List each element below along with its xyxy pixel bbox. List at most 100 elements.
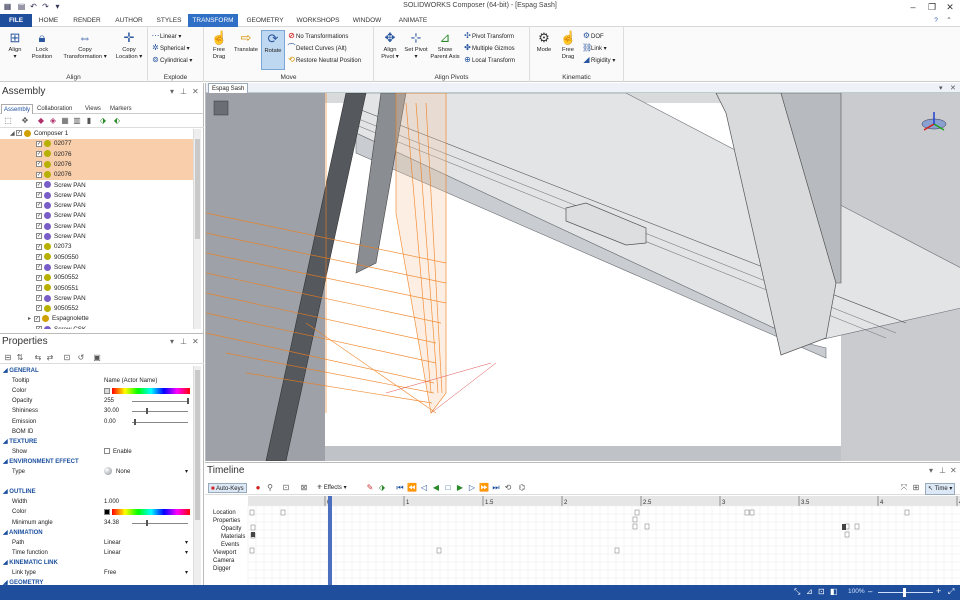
- property-value[interactable]: Free: [104, 568, 116, 578]
- tree-item[interactable]: ✓ 02076: [0, 170, 193, 181]
- link-button[interactable]: ⛓Link ▾: [582, 42, 607, 53]
- dropdown-arrow-icon[interactable]: ▾: [185, 548, 188, 558]
- translate-button[interactable]: ⇨ Translate: [232, 30, 260, 54]
- properties-pin-icon[interactable]: ⊥: [180, 337, 187, 346]
- visibility-checkbox[interactable]: ✓: [36, 233, 42, 240]
- tab-assembly[interactable]: Assembly: [1, 104, 33, 114]
- minimize-icon[interactable]: –: [905, 0, 921, 14]
- collaboration-filter-icon[interactable]: ◈: [48, 116, 58, 126]
- prev-key-icon[interactable]: ⏪: [407, 483, 417, 493]
- prev-frame-icon[interactable]: ◁: [419, 483, 429, 493]
- tab-file[interactable]: FILE: [0, 14, 32, 27]
- scene-canvas[interactable]: [206, 93, 960, 461]
- next-key-icon[interactable]: ⏩: [479, 483, 489, 493]
- properties-scrollbar[interactable]: [193, 366, 201, 586]
- zoom-in-icon[interactable]: +: [936, 586, 941, 596]
- set-pivot-button[interactable]: ⊹ Set Pivot ▾: [404, 30, 428, 61]
- tree-item[interactable]: ✓ Screw PAN: [0, 294, 193, 304]
- lock-position-button[interactable]: 🔒︎ Lock Position: [28, 30, 56, 61]
- timeline-grid[interactable]: 011.522.533.544.5LocationPropertiesOpaci…: [205, 496, 960, 586]
- slider-knob[interactable]: [146, 519, 148, 526]
- visibility-checkbox[interactable]: ✓: [36, 243, 42, 250]
- keys-dropdown-icon[interactable]: ⚲: [265, 483, 275, 493]
- tree-item[interactable]: ✓ Screw PAN: [0, 201, 193, 211]
- tab-espag-sash[interactable]: Espag Sash: [208, 83, 249, 93]
- effects-dropdown[interactable]: ⁜ Effects ▾: [317, 483, 347, 493]
- markers-icon[interactable]: ✎: [365, 483, 375, 493]
- tab-collaboration[interactable]: Collaboration: [37, 104, 72, 114]
- visibility-checkbox[interactable]: ✓: [36, 295, 42, 302]
- visibility-checkbox[interactable]: ✓: [36, 161, 42, 168]
- tab-animate[interactable]: ANIMATE: [392, 14, 434, 27]
- property-section[interactable]: ◢ KINEMATIC LINK: [0, 558, 193, 568]
- auto-keys-button[interactable]: ■ Auto-Keys: [208, 483, 247, 493]
- timeline-camera-icon[interactable]: ⌬: [517, 483, 527, 493]
- tab-geometry[interactable]: GEOMETRY: [242, 14, 288, 27]
- free-drag-button[interactable]: ☝ Free Drag: [207, 30, 231, 61]
- restore-icon[interactable]: ❐: [924, 0, 940, 14]
- visibility-checkbox[interactable]: ✓: [36, 253, 42, 260]
- no-transformations-button[interactable]: ⊘No Transformations: [287, 30, 348, 41]
- tree-item[interactable]: ✓ 9050551: [0, 284, 193, 294]
- property-section[interactable]: ◢ TEXTURE: [0, 437, 193, 447]
- color-gradient-picker[interactable]: [112, 509, 190, 516]
- property-value[interactable]: 255: [104, 396, 114, 406]
- tree-item[interactable]: ✓ 02076: [0, 159, 193, 171]
- value-slider[interactable]: [132, 401, 188, 403]
- visibility-checkbox[interactable]: ✓: [36, 326, 42, 329]
- copy-location-button[interactable]: ✛ Copy Location ▾: [112, 30, 146, 61]
- tab-home[interactable]: HOME: [33, 14, 64, 27]
- timeline-canvas[interactable]: 011.522.533.544.5LocationPropertiesOpaci…: [205, 496, 960, 586]
- align-button[interactable]: ⊞ Align ▾: [4, 30, 26, 61]
- pivot-transform-button[interactable]: ✣Pivot Transform: [463, 30, 514, 41]
- render-mode-icon[interactable]: ◧: [830, 587, 838, 596]
- cylindrical-explode-button[interactable]: ⊚Cylindrical ▾: [151, 54, 192, 65]
- linear-explode-button[interactable]: ⋯Linear ▾: [151, 30, 182, 41]
- visibility-checkbox[interactable]: ✓: [16, 130, 22, 137]
- tree-item[interactable]: ✓ Screw PAN: [0, 211, 193, 221]
- visibility-checkbox[interactable]: ✓: [36, 140, 42, 147]
- properties-scroll-thumb[interactable]: [195, 370, 200, 520]
- doc-tabs-dropdown-icon[interactable]: ▾: [939, 84, 943, 92]
- slider-knob[interactable]: [187, 398, 189, 405]
- select-mode-icon[interactable]: ⬚: [3, 116, 13, 126]
- property-value[interactable]: 1.000: [104, 497, 119, 507]
- color-swatch[interactable]: [104, 388, 110, 395]
- align-pivot-button[interactable]: ✥ Align Pivot ▾: [377, 30, 403, 61]
- set-key-icon[interactable]: ●: [253, 483, 263, 493]
- kinematic-mode-button[interactable]: ⚙ Mode: [533, 30, 555, 54]
- visibility-checkbox[interactable]: ✓: [36, 212, 42, 219]
- digger-key-icon[interactable]: ⬗: [377, 483, 387, 493]
- geometry-filter-icon[interactable]: ◆: [36, 116, 46, 126]
- select-actors-icon[interactable]: ✥: [20, 116, 30, 126]
- visibility-checkbox[interactable]: ✓: [36, 305, 42, 312]
- tree-item[interactable]: ▸ ✓ Espagnolette: [0, 314, 193, 324]
- loop-icon[interactable]: ⟲: [503, 483, 513, 493]
- assembly-scrollbar[interactable]: [193, 129, 201, 329]
- properties-close-icon[interactable]: ✕: [192, 337, 199, 346]
- visibility-checkbox[interactable]: ✓: [36, 192, 42, 199]
- multiple-gizmos-button[interactable]: ✤Multiple Gizmos: [463, 42, 515, 53]
- reset-icon[interactable]: ↺: [76, 353, 86, 363]
- kinematic-free-drag-button[interactable]: ☝ Free Drag: [556, 30, 580, 61]
- tab-markers[interactable]: Markers: [110, 104, 132, 114]
- 3d-viewport[interactable]: Espag Sash ▾ ✕: [205, 83, 960, 461]
- tab-views[interactable]: Views: [85, 104, 101, 114]
- tree-item[interactable]: ✓ 02073: [0, 242, 193, 252]
- panel-close-icon[interactable]: ✕: [192, 87, 199, 96]
- dropdown-arrow-icon[interactable]: ▾: [185, 568, 188, 578]
- image-icon[interactable]: ▣: [92, 353, 102, 363]
- tab-styles[interactable]: STYLES: [152, 14, 186, 27]
- property-value[interactable]: 34.38: [104, 518, 119, 528]
- dropdown-arrow-icon[interactable]: ▾: [185, 538, 188, 548]
- local-transform-button[interactable]: ⊕Local Transform: [463, 54, 515, 65]
- visibility-checkbox[interactable]: ✓: [36, 202, 42, 209]
- dof-button[interactable]: ⚙DOF: [582, 30, 604, 41]
- zoom-selection-icon[interactable]: ⊞: [911, 483, 921, 493]
- help-icon[interactable]: ?: [930, 14, 942, 27]
- tree-item[interactable]: ✓ Screw PAN: [0, 181, 193, 191]
- next-frame-icon[interactable]: ▷: [467, 483, 477, 493]
- expand-icon[interactable]: ⬗: [98, 116, 108, 126]
- copy-properties-icon[interactable]: ⇆: [33, 353, 43, 363]
- zoom-fit-icon[interactable]: ⤧: [899, 483, 909, 493]
